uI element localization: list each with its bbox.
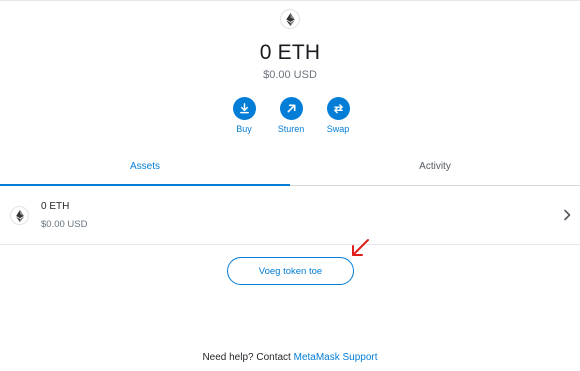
add-token-button[interactable]: Voeg token toe	[227, 257, 354, 285]
tab-bar: Assets Activity	[0, 154, 580, 186]
send-button[interactable]: Sturen	[266, 97, 316, 134]
support-link[interactable]: MetaMask Support	[294, 352, 378, 363]
balance-fiat: $0.00 USD	[263, 69, 317, 81]
arrow-up-right-icon	[279, 97, 303, 120]
download-icon	[232, 97, 256, 120]
buy-button[interactable]: Buy	[219, 97, 269, 134]
send-label: Sturen	[277, 124, 305, 134]
asset-list-item-eth[interactable]: 0 ETH $0.00 USD	[0, 187, 580, 245]
annotation-arrow-icon	[352, 239, 369, 256]
balance-amount: 0 ETH	[259, 41, 321, 64]
eth-logo-icon	[10, 206, 29, 225]
swap-button[interactable]: Swap	[313, 97, 363, 134]
help-prefix: Need help? Contact	[202, 352, 294, 363]
asset-amount: 0 ETH	[41, 201, 70, 212]
asset-fiat: $0.00 USD	[41, 219, 88, 230]
chevron-right-icon	[564, 209, 571, 221]
help-text: Need help? Contact MetaMask Support	[0, 352, 580, 363]
buy-label: Buy	[236, 124, 252, 134]
wallet-home: 0 ETH $0.00 USD Buy Sturen Swap Assets A…	[0, 0, 580, 371]
swap-icon	[326, 97, 350, 120]
swap-label: Swap	[326, 124, 350, 134]
tab-activity[interactable]: Activity	[290, 154, 580, 185]
tab-assets[interactable]: Assets	[0, 154, 290, 186]
eth-logo-icon	[280, 9, 300, 29]
action-buttons: Buy Sturen Swap	[0, 97, 580, 139]
